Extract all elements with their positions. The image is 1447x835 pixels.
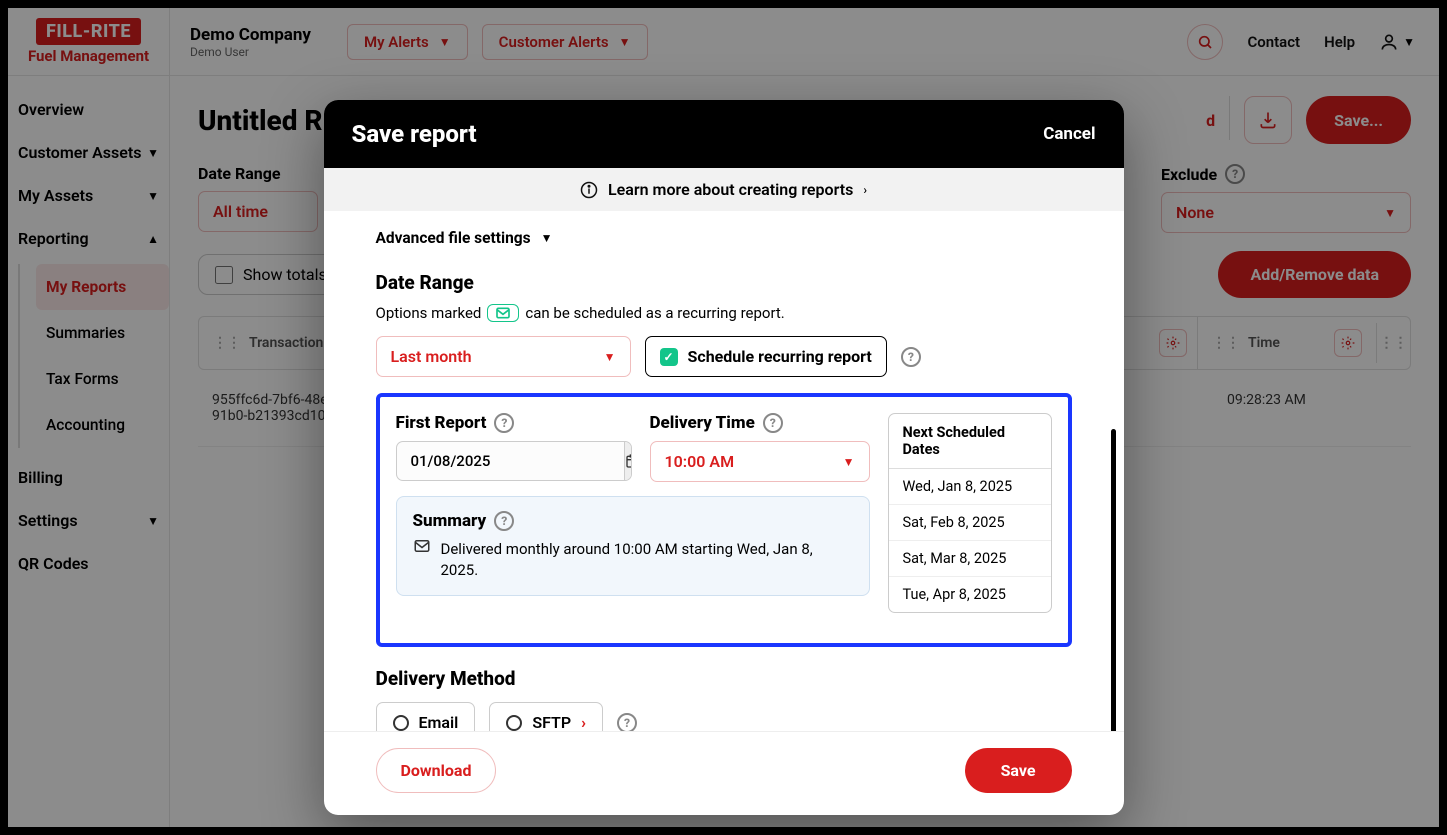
- help-icon[interactable]: ?: [494, 511, 514, 531]
- summary-box: Summary ? Delivered monthly around 10:00…: [396, 496, 870, 596]
- help-icon[interactable]: ?: [617, 713, 637, 732]
- info-icon: [580, 181, 598, 199]
- download-button[interactable]: Download: [376, 748, 497, 793]
- highlighted-schedule-section: First Report ?: [376, 393, 1072, 647]
- scheduled-date: Wed, Jan 8, 2025: [889, 469, 1051, 505]
- delivery-email-radio[interactable]: Email: [376, 702, 476, 731]
- scheduled-date: Sat, Feb 8, 2025: [889, 505, 1051, 541]
- advanced-file-settings-toggle[interactable]: Advanced file settings ▼: [376, 229, 1072, 247]
- next-scheduled-dates-box: Next Scheduled Dates Wed, Jan 8, 2025 Sa…: [888, 413, 1052, 613]
- modal-overlay: Save report Cancel Learn more about crea…: [0, 0, 1447, 835]
- options-text: Options marked can be scheduled as a rec…: [376, 304, 1072, 322]
- first-report-date-input[interactable]: [397, 442, 624, 480]
- summary-text: Delivered monthly around 10:00 AM starti…: [441, 539, 853, 581]
- chevron-down-icon: ▼: [604, 350, 616, 364]
- chevron-right-icon: ›: [581, 713, 586, 731]
- calendar-icon[interactable]: [624, 442, 632, 480]
- chevron-down-icon: ▼: [843, 455, 855, 469]
- chevron-right-icon: ›: [863, 183, 867, 197]
- scheduled-date: Tue, Apr 8, 2025: [889, 577, 1051, 612]
- schedule-recurring-checkbox[interactable]: ✓ Schedule recurring report: [645, 336, 887, 377]
- summary-title: Summary: [413, 511, 487, 531]
- first-report-label: First Report: [396, 413, 487, 433]
- help-icon[interactable]: ?: [763, 413, 783, 433]
- date-range-modal-select[interactable]: Last month ▼: [376, 336, 631, 377]
- next-dates-title: Next Scheduled Dates: [889, 414, 1051, 469]
- check-icon: ✓: [660, 348, 678, 366]
- save-report-modal: Save report Cancel Learn more about crea…: [324, 100, 1124, 815]
- help-icon[interactable]: ?: [901, 347, 921, 367]
- help-icon[interactable]: ?: [494, 413, 514, 433]
- radio-icon: [393, 715, 409, 731]
- scrollbar-thumb[interactable]: [1111, 429, 1116, 731]
- mail-icon: [413, 539, 431, 553]
- chevron-down-icon: ▼: [541, 231, 553, 245]
- date-range-section-title: Date Range: [376, 271, 1072, 294]
- delivery-time-select[interactable]: 10:00 AM ▼: [650, 441, 870, 482]
- mail-badge-icon: [487, 304, 519, 322]
- delivery-method-title: Delivery Method: [376, 667, 1072, 690]
- scheduled-date: Sat, Mar 8, 2025: [889, 541, 1051, 577]
- cancel-button[interactable]: Cancel: [1043, 124, 1095, 144]
- radio-icon: [506, 715, 522, 731]
- delivery-sftp-radio[interactable]: SFTP ›: [489, 702, 603, 731]
- delivery-time-label: Delivery Time: [650, 413, 755, 433]
- modal-title: Save report: [352, 120, 477, 148]
- modal-save-button[interactable]: Save: [965, 748, 1072, 793]
- learn-more-bar[interactable]: Learn more about creating reports ›: [324, 168, 1124, 211]
